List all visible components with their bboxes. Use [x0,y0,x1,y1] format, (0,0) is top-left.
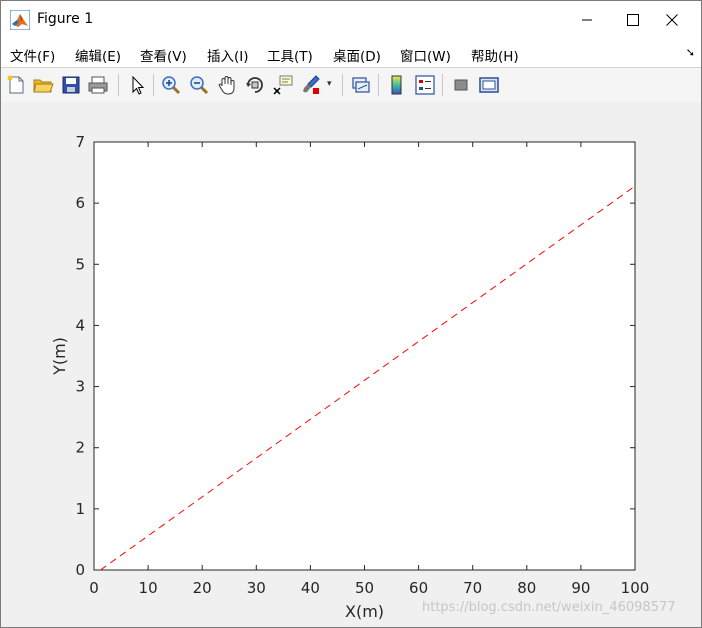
toolbar-separator [378,74,379,96]
x-tick-label: 0 [89,579,99,597]
new-figure-icon[interactable] [5,74,27,96]
rotate-3d-icon[interactable] [244,74,266,96]
zoom-out-icon[interactable] [188,74,210,96]
maximize-icon [627,14,639,26]
axes: 0 10 20 30 40 50 60 70 80 90 100 0 1 2 3 4 5 6 7 X(m) Y(m) [50,133,649,621]
toolbar-separator [153,74,154,96]
y-axis-label: Y(m) [50,337,69,376]
y-tick-label: 7 [75,133,85,151]
link-plot-icon[interactable] [350,74,372,96]
pan-icon[interactable] [216,74,238,96]
brush-dropdown-icon[interactable]: ▾ [327,79,332,89]
close-button[interactable] [649,1,695,39]
y-tick-label: 6 [75,194,85,212]
watermark: https://blog.csdn.net/weixin_46098577 [422,600,676,615]
hide-plot-tools-icon[interactable] [450,74,472,96]
x-axis-label: X(m) [345,602,384,621]
data-cursor-icon[interactable] [272,74,294,96]
x-tick-label: 70 [463,579,482,597]
y-tick-label: 4 [75,316,85,334]
menu-edit[interactable]: 编辑(E) [75,45,121,65]
toolbar-separator [118,74,119,96]
x-tick-label: 50 [355,579,374,597]
save-icon[interactable] [60,74,82,96]
menu-desktop[interactable]: 桌面(D) [333,45,381,65]
window-title: Figure 1 [37,11,94,27]
x-tick-label: 100 [621,579,650,597]
menu-window[interactable]: 窗口(W) [400,45,451,65]
menu-dock-arrow-icon[interactable]: ➘ [686,46,695,59]
menu-insert[interactable]: 插入(I) [207,45,249,65]
title-bar: Figure 1 [1,1,701,39]
zoom-in-icon[interactable] [160,74,182,96]
select-pointer-icon[interactable] [126,74,148,96]
menu-view[interactable]: 查看(V) [140,45,187,65]
open-file-icon[interactable] [32,74,54,96]
y-tick-label: 1 [75,500,85,518]
insert-legend-icon[interactable] [414,74,436,96]
print-icon[interactable] [87,74,109,96]
x-tick-label: 80 [517,579,536,597]
x-tick-label: 90 [571,579,590,597]
x-tick-label: 60 [409,579,428,597]
x-tick-label: 20 [193,579,212,597]
x-tick-label: 40 [301,579,320,597]
x-tick-label: 10 [139,579,158,597]
menu-help[interactable]: 帮助(H) [471,45,519,65]
close-icon [666,14,678,26]
y-tick-label: 2 [75,439,85,457]
insert-colorbar-icon[interactable] [386,74,408,96]
show-plot-tools-icon[interactable] [478,74,500,96]
plot-svg: 0 10 20 30 40 50 60 70 80 90 100 0 1 2 3 4 5 6 7 X(m) Y(m) [50,133,649,621]
toolbar-separator [442,74,443,96]
menu-file[interactable]: 文件(F) [10,45,55,65]
brush-icon[interactable] [300,74,322,96]
figure-window: Figure 1 文件(F) 编辑(E) 查看(V) 插入(I) 工具(T) 桌… [0,0,702,628]
minimize-button[interactable] [564,1,610,39]
y-tick-label: 5 [75,255,85,273]
toolbar-separator [342,74,343,96]
figure-canvas: 0 10 20 30 40 50 60 70 80 90 100 0 1 2 3 4 5 6 7 X(m) Y(m) [1,102,701,627]
y-tick-label: 3 [75,378,85,396]
menu-tools[interactable]: 工具(T) [267,45,313,65]
minimize-icon [582,19,592,21]
figure-toolbar: ▾ [1,67,701,103]
x-tick-label: 30 [247,579,266,597]
menu-bar: 文件(F) 编辑(E) 查看(V) 插入(I) 工具(T) 桌面(D) 窗口(W… [1,39,701,67]
y-tick-label: 0 [75,561,85,579]
matlab-logo-icon [10,10,30,30]
axes-background [94,142,635,570]
